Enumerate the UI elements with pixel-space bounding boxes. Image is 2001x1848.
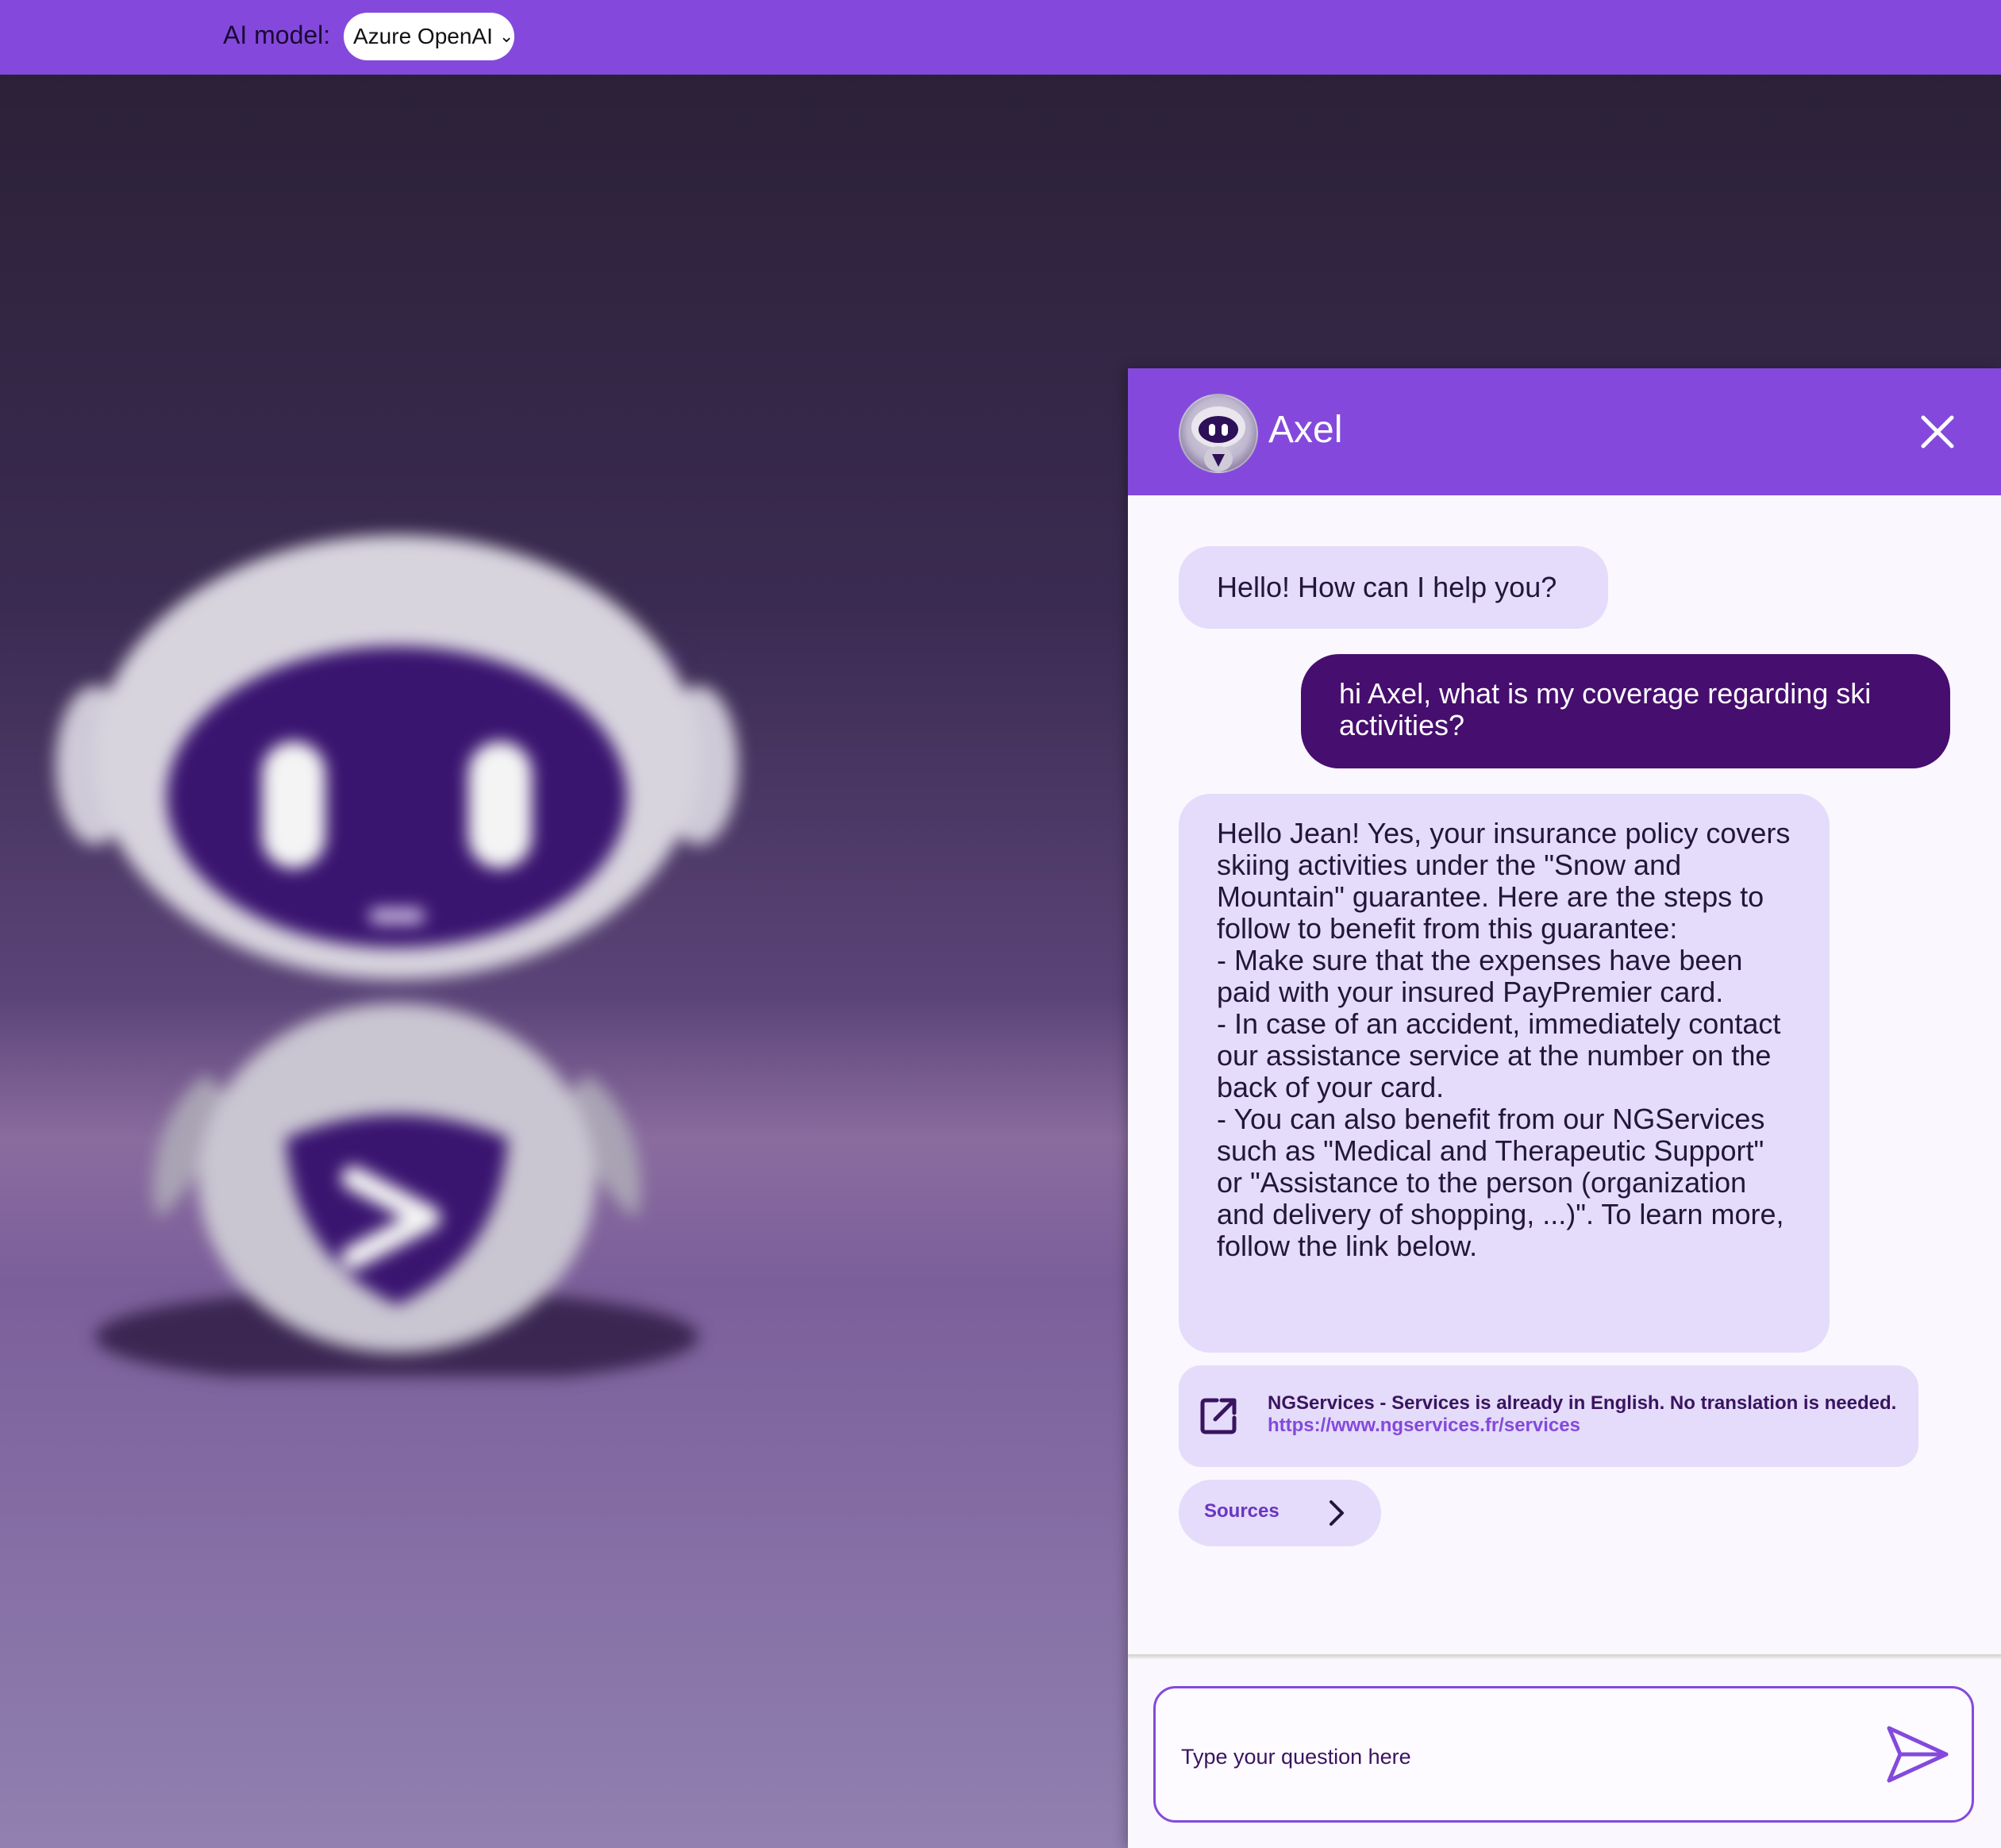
chevron-right-icon	[1330, 1500, 1344, 1526]
link-title: NGServices - Services is already in Engl…	[1268, 1392, 1897, 1414]
sources-button[interactable]: Sources	[1179, 1480, 1381, 1546]
model-select-value: Azure OpenAI	[353, 24, 493, 48]
robot-mascot-image	[56, 535, 738, 1376]
source-link-card[interactable]: NGServices - Services is already in Engl…	[1179, 1365, 1918, 1467]
model-select[interactable]: Azure OpenAI ⌄	[344, 13, 514, 60]
model-label: AI model:	[223, 21, 331, 49]
robot-avatar-icon	[1191, 406, 1245, 472]
top-bar: AI model: Azure OpenAI ⌄	[0, 0, 2001, 75]
bot-name: Axel	[1268, 409, 1343, 451]
send-icon	[1887, 1726, 1949, 1783]
chevron-down-icon: ⌄	[498, 26, 514, 46]
question-input-box	[1153, 1686, 1974, 1823]
avatar	[1179, 394, 1258, 473]
close-icon	[1921, 415, 1954, 449]
send-button[interactable]	[1881, 1719, 1953, 1790]
input-divider	[1128, 1654, 2001, 1659]
bot-message: Hello! How can I help you?	[1179, 546, 1608, 629]
sources-label: Sources	[1204, 1500, 1279, 1522]
bot-message: Hello Jean! Yes, your insurance policy c…	[1179, 794, 1830, 1353]
chat-panel: Axel Hello! How can I help you? hi Axel,…	[1128, 368, 2001, 1848]
close-button[interactable]	[1914, 408, 1961, 456]
external-link-icon	[1200, 1398, 1237, 1434]
question-input[interactable]	[1179, 1736, 1849, 1777]
link-url[interactable]: https://www.ngservices.fr/services	[1268, 1415, 1580, 1437]
user-message: hi Axel, what is my coverage regarding s…	[1301, 654, 1950, 768]
chat-header: Axel	[1128, 368, 2001, 495]
